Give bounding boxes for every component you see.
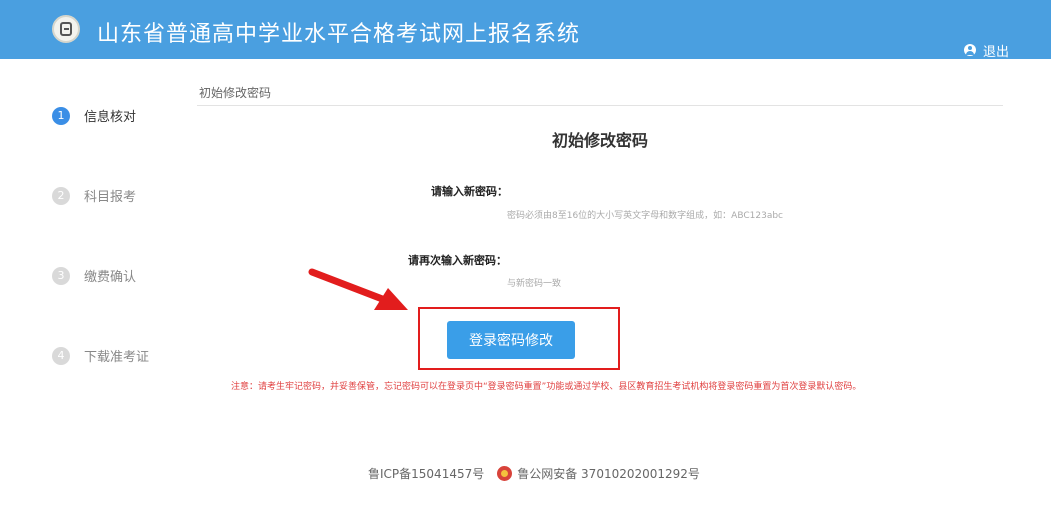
form-title: 初始修改密码	[551, 131, 648, 150]
user-icon	[964, 44, 976, 56]
submit-password-button[interactable]: 登录密码修改	[447, 321, 575, 359]
confirm-password-label: 请再次输入新密码：	[408, 254, 507, 267]
step-3: 3 缴费确认	[52, 266, 136, 285]
logo-icon	[52, 15, 80, 43]
red-arrow-annotation	[308, 268, 408, 310]
divider	[197, 105, 1003, 106]
header-bar: 山东省普通高中学业水平合格考试网上报名系统 退出	[0, 0, 1051, 60]
confirm-password-input[interactable]	[507, 275, 807, 293]
new-password-label: 请输入新密码：	[431, 185, 508, 198]
breadcrumb: 初始修改密码	[199, 86, 272, 100]
police-badge-icon	[497, 466, 513, 481]
step-label: 下载准考证	[84, 350, 150, 365]
notice-text: 注意：请考生牢记密码，并妥善保管，忘记密码可以在登录页中“登录密码重置”功能或通…	[231, 382, 862, 392]
step-2: 2 科目报考	[52, 186, 136, 205]
step-1: 1 信息核对	[52, 106, 136, 125]
site-title: 山东省普通高中学业水平合格考试网上报名系统	[97, 22, 581, 47]
step-number: 3	[52, 266, 70, 285]
step-number: 4	[52, 346, 70, 365]
logout-label: 退出	[983, 44, 1010, 60]
step-label: 缴费确认	[84, 270, 137, 285]
police-record-link[interactable]: 鲁公网安备 37010202001292号	[517, 465, 700, 482]
step-number: 2	[52, 186, 70, 205]
icp-link[interactable]: 鲁ICP备15041457号	[368, 465, 484, 482]
footer: 鲁ICP备15041457号 鲁公网安备 37010202001292号	[368, 465, 700, 482]
step-label: 科目报考	[84, 190, 137, 205]
step-number: 1	[52, 106, 70, 125]
new-password-input[interactable]	[507, 207, 807, 225]
logout-button[interactable]: 退出	[964, 42, 1010, 60]
step-label: 信息核对	[84, 110, 137, 125]
step-4: 4 下载准考证	[52, 346, 149, 365]
